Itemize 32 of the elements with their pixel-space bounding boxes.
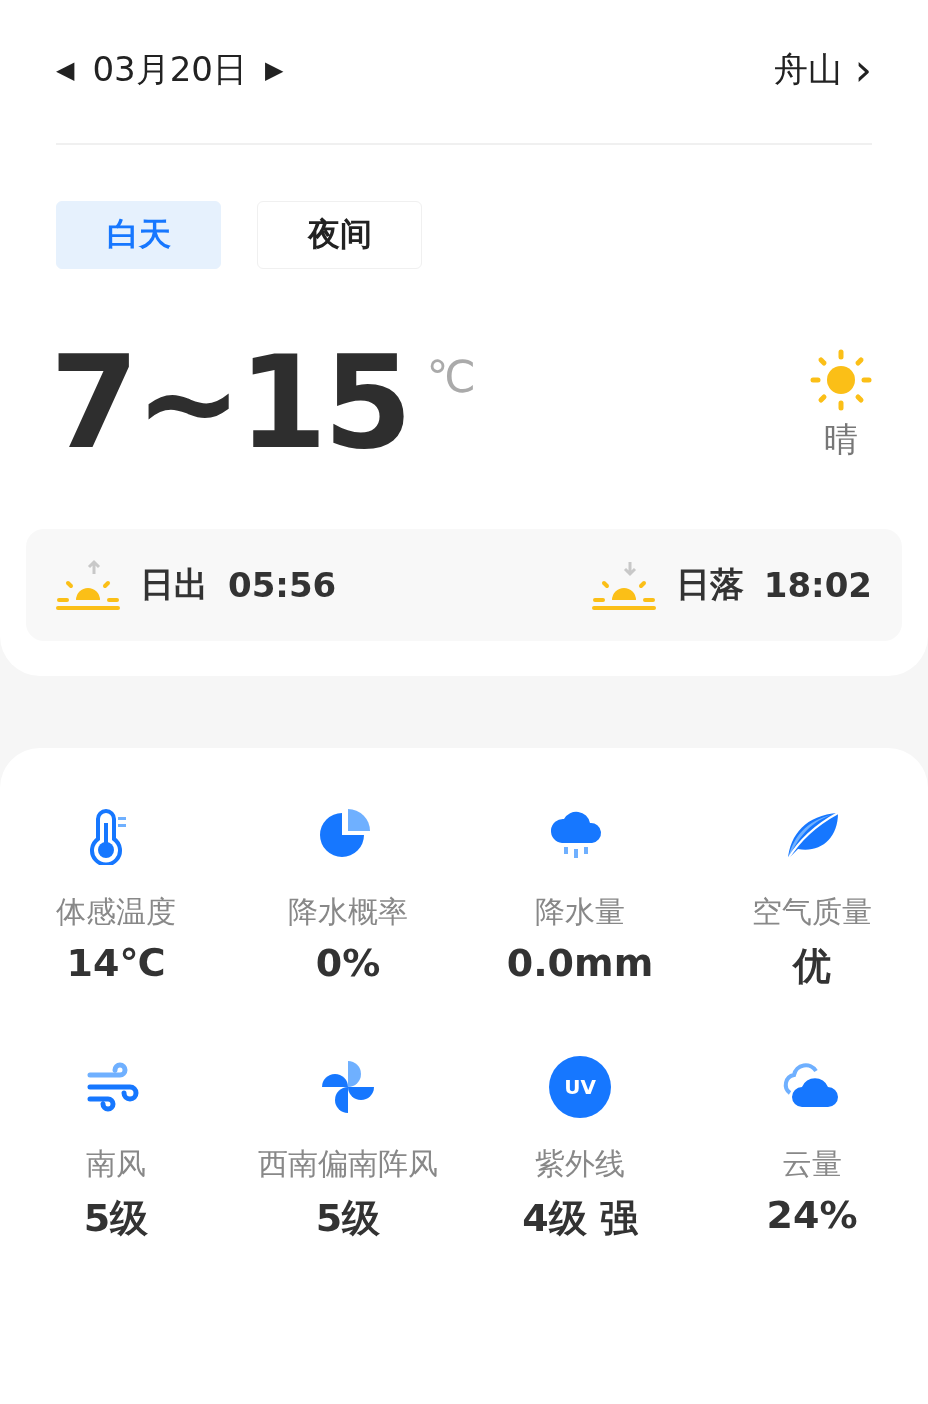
previous-day-button[interactable]: ◀ [56,55,75,84]
sunset-time: 18:02 [763,565,872,605]
detail-value: 5级 [315,1195,381,1242]
detail-label: 南风 [86,1145,146,1183]
temperature-unit: ℃ [426,351,476,402]
detail-value: 优 [793,943,831,990]
detail-value: 4级 强 [522,1195,638,1242]
sun-icon [810,349,872,411]
sunrise-label: 日出 [140,563,208,606]
detail-value: 14℃ [66,941,166,985]
sunset-label: 日落 [675,563,744,606]
temperature-range: 7~15 [50,339,409,467]
sunrise-icon [56,558,120,612]
detail-label: 体感温度 [56,893,176,931]
detail-label: 紫外线 [535,1145,625,1183]
city-button[interactable]: 舟山 › [774,46,872,93]
detail-label: 空气质量 [752,893,872,931]
weather-condition: 晴 [824,418,858,461]
detail-label: 西南偏南阵风 [258,1145,438,1183]
next-day-button[interactable]: ▶ [265,55,284,84]
detail-value: 24% [766,1193,858,1237]
tab[interactable]: 夜间 [257,201,422,269]
uv-icon: UV [549,1056,611,1118]
detail-label: 云量 [782,1145,842,1183]
tab[interactable]: 白天 [56,201,221,269]
detail-value: 0% [315,941,381,985]
detail-value: 0.0mm [506,941,654,985]
date-label: 03月20日 [92,47,247,91]
detail-label: 降水概率 [288,893,408,931]
detail-value: 5级 [83,1195,149,1242]
sunrise-time: 05:56 [228,565,337,605]
detail-label: 降水量 [535,893,625,931]
